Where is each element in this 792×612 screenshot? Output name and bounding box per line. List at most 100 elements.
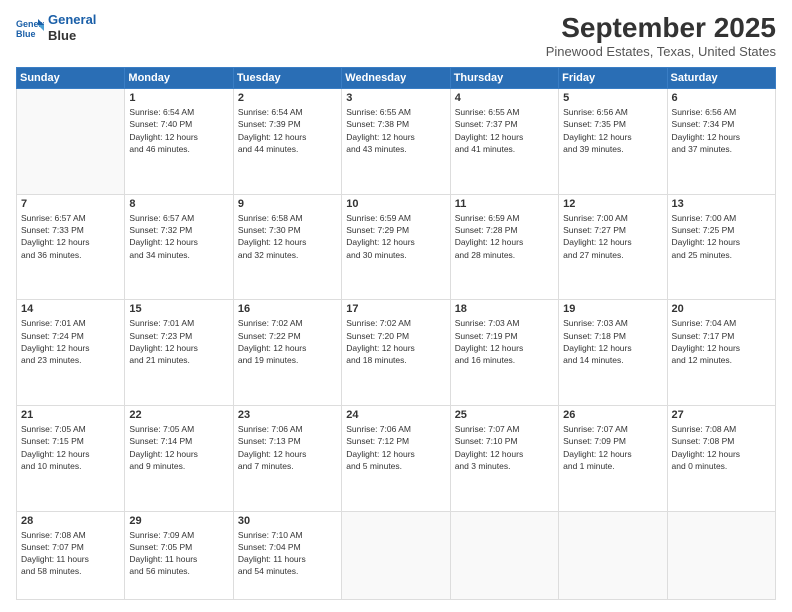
weekday-header-saturday: Saturday <box>667 68 775 89</box>
weekday-header-friday: Friday <box>559 68 667 89</box>
day-number: 28 <box>21 515 120 527</box>
day-number: 6 <box>672 92 771 104</box>
calendar-day-cell: 21 Sunrise: 7:05 AM Sunset: 7:15 PM Dayli… <box>17 405 125 511</box>
day-info: Sunrise: 6:55 AM Sunset: 7:37 PM Dayligh… <box>455 106 554 155</box>
day-number: 13 <box>672 198 771 210</box>
calendar-header-row: SundayMondayTuesdayWednesdayThursdayFrid… <box>17 68 776 89</box>
svg-text:Blue: Blue <box>16 29 36 39</box>
day-info: Sunrise: 6:56 AM Sunset: 7:35 PM Dayligh… <box>563 106 662 155</box>
day-info: Sunrise: 7:08 AM Sunset: 7:08 PM Dayligh… <box>672 423 771 472</box>
logo-blue: Blue <box>48 28 96 44</box>
calendar-day-cell: 20 Sunrise: 7:04 AM Sunset: 7:17 PM Dayli… <box>667 300 775 406</box>
day-number: 18 <box>455 303 554 315</box>
calendar-day-cell: 25 Sunrise: 7:07 AM Sunset: 7:10 PM Dayli… <box>450 405 558 511</box>
day-number: 20 <box>672 303 771 315</box>
day-number: 21 <box>21 409 120 421</box>
calendar-week-row: 14Sunrise: 7:01 AM Sunset: 7:24 PM Dayli… <box>17 300 776 406</box>
calendar-day-cell: 2Sunrise: 6:54 AM Sunset: 7:39 PM Daylig… <box>233 89 341 195</box>
day-number: 2 <box>238 92 337 104</box>
calendar-day-cell: 12 Sunrise: 7:00 AM Sunset: 7:27 PM Dayli… <box>559 194 667 300</box>
month-title: September 2025 <box>546 12 776 44</box>
day-number: 26 <box>563 409 662 421</box>
day-info: Sunrise: 7:01 AM Sunset: 7:24 PM Dayligh… <box>21 317 120 366</box>
calendar-day-cell: 6 Sunrise: 6:56 AM Sunset: 7:34 PM Daylig… <box>667 89 775 195</box>
calendar-day-cell: 11Sunrise: 6:59 AM Sunset: 7:28 PM Dayli… <box>450 194 558 300</box>
day-number: 19 <box>563 303 662 315</box>
calendar-day-cell: 17 Sunrise: 7:02 AM Sunset: 7:20 PM Dayli… <box>342 300 450 406</box>
day-info: Sunrise: 7:00 AM Sunset: 7:27 PM Dayligh… <box>563 212 662 261</box>
weekday-header-thursday: Thursday <box>450 68 558 89</box>
title-block: September 2025 Pinewood Estates, Texas, … <box>546 12 776 59</box>
calendar-day-cell: 4 Sunrise: 6:55 AM Sunset: 7:37 PM Daylig… <box>450 89 558 195</box>
day-number: 12 <box>563 198 662 210</box>
calendar-day-cell: 28 Sunrise: 7:08 AM Sunset: 7:07 PM Dayli… <box>17 511 125 600</box>
day-info: Sunrise: 7:09 AM Sunset: 7:05 PM Dayligh… <box>129 529 228 578</box>
calendar-day-cell: 7 Sunrise: 6:57 AM Sunset: 7:33 PM Daylig… <box>17 194 125 300</box>
day-number: 16 <box>238 303 337 315</box>
day-number: 5 <box>563 92 662 104</box>
location-subtitle: Pinewood Estates, Texas, United States <box>546 44 776 59</box>
day-info: Sunrise: 7:06 AM Sunset: 7:12 PM Dayligh… <box>346 423 445 472</box>
page: General Blue General Blue September 2025… <box>0 0 792 612</box>
weekday-header-tuesday: Tuesday <box>233 68 341 89</box>
calendar-day-cell: 19 Sunrise: 7:03 AM Sunset: 7:18 PM Dayli… <box>559 300 667 406</box>
day-info: Sunrise: 6:55 AM Sunset: 7:38 PM Dayligh… <box>346 106 445 155</box>
day-number: 29 <box>129 515 228 527</box>
day-info: Sunrise: 7:05 AM Sunset: 7:15 PM Dayligh… <box>21 423 120 472</box>
day-info: Sunrise: 6:57 AM Sunset: 7:32 PM Dayligh… <box>129 212 228 261</box>
day-info: Sunrise: 6:58 AM Sunset: 7:30 PM Dayligh… <box>238 212 337 261</box>
day-number: 17 <box>346 303 445 315</box>
day-info: Sunrise: 6:59 AM Sunset: 7:28 PM Dayligh… <box>455 212 554 261</box>
calendar-day-cell <box>559 511 667 600</box>
calendar-week-row: 28 Sunrise: 7:08 AM Sunset: 7:07 PM Dayli… <box>17 511 776 600</box>
day-info: Sunrise: 7:03 AM Sunset: 7:19 PM Dayligh… <box>455 317 554 366</box>
day-info: Sunrise: 7:07 AM Sunset: 7:10 PM Dayligh… <box>455 423 554 472</box>
logo: General Blue General Blue <box>16 12 96 43</box>
day-number: 3 <box>346 92 445 104</box>
header: General Blue General Blue September 2025… <box>16 12 776 59</box>
day-info: Sunrise: 7:00 AM Sunset: 7:25 PM Dayligh… <box>672 212 771 261</box>
calendar-day-cell: 22Sunrise: 7:05 AM Sunset: 7:14 PM Dayli… <box>125 405 233 511</box>
calendar-table: SundayMondayTuesdayWednesdayThursdayFrid… <box>16 67 776 600</box>
logo-icon: General Blue <box>16 17 44 39</box>
calendar-day-cell: 15Sunrise: 7:01 AM Sunset: 7:23 PM Dayli… <box>125 300 233 406</box>
calendar-day-cell: 29 Sunrise: 7:09 AM Sunset: 7:05 PM Dayli… <box>125 511 233 600</box>
calendar-day-cell: 10 Sunrise: 6:59 AM Sunset: 7:29 PM Dayli… <box>342 194 450 300</box>
day-number: 7 <box>21 198 120 210</box>
day-info: Sunrise: 6:56 AM Sunset: 7:34 PM Dayligh… <box>672 106 771 155</box>
calendar-day-cell: 8Sunrise: 6:57 AM Sunset: 7:32 PM Daylig… <box>125 194 233 300</box>
calendar-day-cell: 30Sunrise: 7:10 AM Sunset: 7:04 PM Dayli… <box>233 511 341 600</box>
calendar-week-row: 1 Sunrise: 6:54 AM Sunset: 7:40 PM Daylig… <box>17 89 776 195</box>
day-info: Sunrise: 6:57 AM Sunset: 7:33 PM Dayligh… <box>21 212 120 261</box>
calendar-day-cell: 3 Sunrise: 6:55 AM Sunset: 7:38 PM Daylig… <box>342 89 450 195</box>
calendar-day-cell: 16Sunrise: 7:02 AM Sunset: 7:22 PM Dayli… <box>233 300 341 406</box>
calendar-week-row: 21 Sunrise: 7:05 AM Sunset: 7:15 PM Dayli… <box>17 405 776 511</box>
day-number: 9 <box>238 198 337 210</box>
calendar-day-cell: 24Sunrise: 7:06 AM Sunset: 7:12 PM Dayli… <box>342 405 450 511</box>
day-info: Sunrise: 6:54 AM Sunset: 7:40 PM Dayligh… <box>129 106 228 155</box>
calendar-day-cell: 26Sunrise: 7:07 AM Sunset: 7:09 PM Dayli… <box>559 405 667 511</box>
day-info: Sunrise: 7:01 AM Sunset: 7:23 PM Dayligh… <box>129 317 228 366</box>
day-info: Sunrise: 7:04 AM Sunset: 7:17 PM Dayligh… <box>672 317 771 366</box>
day-info: Sunrise: 6:59 AM Sunset: 7:29 PM Dayligh… <box>346 212 445 261</box>
day-number: 25 <box>455 409 554 421</box>
day-info: Sunrise: 7:03 AM Sunset: 7:18 PM Dayligh… <box>563 317 662 366</box>
calendar-day-cell <box>667 511 775 600</box>
day-info: Sunrise: 7:02 AM Sunset: 7:20 PM Dayligh… <box>346 317 445 366</box>
day-number: 1 <box>129 92 228 104</box>
calendar-day-cell <box>450 511 558 600</box>
weekday-header-wednesday: Wednesday <box>342 68 450 89</box>
calendar-week-row: 7 Sunrise: 6:57 AM Sunset: 7:33 PM Daylig… <box>17 194 776 300</box>
day-info: Sunrise: 7:08 AM Sunset: 7:07 PM Dayligh… <box>21 529 120 578</box>
calendar-day-cell: 9 Sunrise: 6:58 AM Sunset: 7:30 PM Daylig… <box>233 194 341 300</box>
day-number: 4 <box>455 92 554 104</box>
calendar-day-cell: 1 Sunrise: 6:54 AM Sunset: 7:40 PM Daylig… <box>125 89 233 195</box>
day-number: 27 <box>672 409 771 421</box>
calendar-day-cell: 23Sunrise: 7:06 AM Sunset: 7:13 PM Dayli… <box>233 405 341 511</box>
day-number: 10 <box>346 198 445 210</box>
day-number: 22 <box>129 409 228 421</box>
calendar-day-cell: 5 Sunrise: 6:56 AM Sunset: 7:35 PM Daylig… <box>559 89 667 195</box>
day-number: 23 <box>238 409 337 421</box>
calendar-day-cell: 13 Sunrise: 7:00 AM Sunset: 7:25 PM Dayli… <box>667 194 775 300</box>
day-info: Sunrise: 7:10 AM Sunset: 7:04 PM Dayligh… <box>238 529 337 578</box>
